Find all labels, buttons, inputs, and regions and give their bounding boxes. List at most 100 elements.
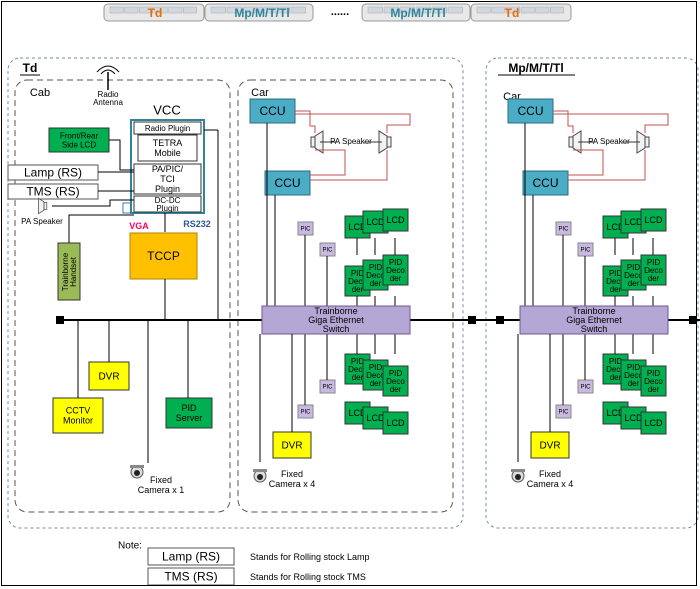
- dvr-cab: DVR: [88, 361, 130, 391]
- train-window: [367, 6, 383, 14]
- ccu-mid-td: CCU: [264, 170, 311, 196]
- pa-pic-tci-plugin: PA/PIC/TCI Plugin: [133, 163, 202, 195]
- pic-mp-label: PIC: [558, 410, 569, 416]
- ccu-speaker-red-line: [295, 113, 411, 133]
- pic-mp: PIC: [577, 242, 594, 257]
- pic-td-label: PIC: [300, 227, 311, 233]
- pic-td: PIC: [297, 221, 314, 236]
- radio-plugin-label: Radio Plugin: [145, 124, 190, 133]
- train-car-2: Mp/M/T/Tl: [361, 3, 471, 22]
- train-window: [290, 6, 306, 14]
- train-window: [550, 6, 564, 14]
- ccu-top-mp-label: CCU: [518, 104, 544, 118]
- train-window: [447, 6, 463, 14]
- note-tms-rs-label: TMS (RS): [164, 570, 217, 584]
- lcd-td-label: LCD: [366, 413, 385, 423]
- camera-glyph: [129, 464, 145, 479]
- train-window: [520, 6, 535, 14]
- lcd-mp-label: LCD: [644, 418, 663, 428]
- dc-dc-plugin-label: DC-DC Plugin: [155, 196, 181, 213]
- backbone-terminator-mid-1: [468, 316, 476, 324]
- dvr-mp: DVR: [530, 431, 570, 459]
- ccu-mid-mp: CCU: [522, 170, 569, 196]
- pic-td-label: PIC: [322, 385, 333, 391]
- dvr-cab-label: DVR: [98, 372, 119, 383]
- cctv-monitor-label: CCTV Monitor: [63, 406, 93, 426]
- ccu-speaker-red-line: [568, 149, 604, 176]
- handset-line: [68, 214, 134, 243]
- vga-label: VGA: [129, 221, 149, 231]
- dvr-td-label: DVR: [281, 441, 302, 452]
- note-lamp-rs: Lamp (RS): [147, 547, 235, 566]
- train-window: [535, 6, 550, 14]
- td-section-title: Td: [23, 61, 38, 75]
- pic-mp-label: PIC: [580, 385, 591, 391]
- fixed-camera-icon: [252, 468, 268, 483]
- note-tms-rs: TMS (RS): [147, 567, 235, 586]
- pic-td: PIC: [319, 379, 336, 394]
- note-lamp-desc: Stands for Rolling stock Lamp: [250, 552, 370, 562]
- pid-decoder-mp: PID Deco der: [640, 365, 667, 397]
- car-title-td: Car: [251, 87, 269, 99]
- trainborne-handset-label: TrainborneHandset: [61, 252, 78, 291]
- pic-td: PIC: [297, 404, 314, 419]
- train-car-label: Td: [505, 6, 520, 20]
- radio-antenna-label: Radio Antenna: [93, 90, 123, 107]
- ccu-top-td-label: CCU: [260, 104, 286, 118]
- giga-ethernet-switch-mp: Trainborne Giga Ethernet Switch: [519, 305, 669, 335]
- backbone-terminator-right: [689, 316, 697, 324]
- lcd-td-label: LCD: [366, 217, 385, 227]
- mp-section-title: Mp/M/T/Tl: [508, 61, 563, 75]
- train-car-1: Mp/M/T/Tl: [204, 3, 314, 22]
- pic-td-label: PIC: [322, 248, 333, 254]
- pa-speaker-icon: [38, 197, 48, 215]
- train-header: Td Mp/M/T/Tl Mp/M/T/Tl Td......: [103, 3, 572, 22]
- rs232-label: RS232: [183, 219, 211, 229]
- lcd-td-label: LCD: [386, 215, 405, 225]
- ccu-speaker-red-line: [553, 113, 669, 133]
- dvr-td: DVR: [272, 431, 312, 459]
- train-window: [491, 6, 506, 14]
- note-title: Note:: [118, 541, 142, 552]
- speaker-line: [52, 199, 134, 207]
- tms-rs: TMS (RS): [7, 183, 99, 200]
- pid-decoder-mp: PID Deco der: [640, 254, 667, 286]
- camera-glyph: [510, 468, 526, 483]
- front-rear-lcd-label: Front/Rear Side LCD: [60, 131, 99, 149]
- pic-mp: PIC: [577, 379, 594, 394]
- radio-plugin: Radio Plugin: [133, 121, 202, 135]
- dvr-mp-label: DVR: [539, 441, 560, 452]
- pa-speaker-label-cab: PA Speaker: [21, 217, 63, 226]
- note-lamp-rs-label: Lamp (RS): [162, 550, 220, 564]
- fixed-camera-icon: [129, 464, 145, 479]
- pic-mp: PIC: [555, 221, 572, 236]
- ccu-speaker-red-line: [310, 149, 346, 176]
- pic-mp-label: PIC: [558, 227, 569, 233]
- pid-decoder-td: PID Deco der: [382, 254, 409, 286]
- tccp-label: TCCP: [147, 249, 180, 263]
- camera-glyph: [252, 468, 268, 483]
- train-car-label: Mp/M/T/Tl: [390, 6, 445, 20]
- train-car-label: Mp/M/T/Tl: [234, 6, 289, 20]
- vcc-port: [122, 202, 132, 214]
- lcd-mp-label: LCD: [624, 217, 643, 227]
- train-car-3: Td: [470, 3, 572, 22]
- train-car-label: Td: [148, 6, 163, 20]
- pic-td: PIC: [319, 242, 336, 257]
- tetra-mobile: TETRA Mobile: [137, 134, 198, 162]
- tetra-mobile-label: TETRA Mobile: [153, 138, 183, 158]
- pic-mp-label: PIC: [580, 248, 591, 254]
- cab-frame: [14, 79, 231, 513]
- cctv-monitor: CCTV Monitor: [52, 397, 104, 434]
- dc-dc-plugin: DC-DC Plugin: [133, 195, 202, 213]
- train-window: [210, 6, 226, 14]
- train-window: [476, 6, 491, 14]
- lcd-mp: LCD: [640, 208, 667, 232]
- lcd-mp: LCD: [640, 411, 667, 435]
- train-window: [109, 6, 124, 14]
- pa-speaker-label-mp: PA Speaker: [588, 137, 630, 146]
- train-window: [183, 6, 197, 14]
- lamp-rs: Lamp (RS): [7, 164, 99, 181]
- fixed-camera-label-mp: Fixed Camera x 4: [527, 469, 574, 489]
- train-window: [124, 6, 139, 14]
